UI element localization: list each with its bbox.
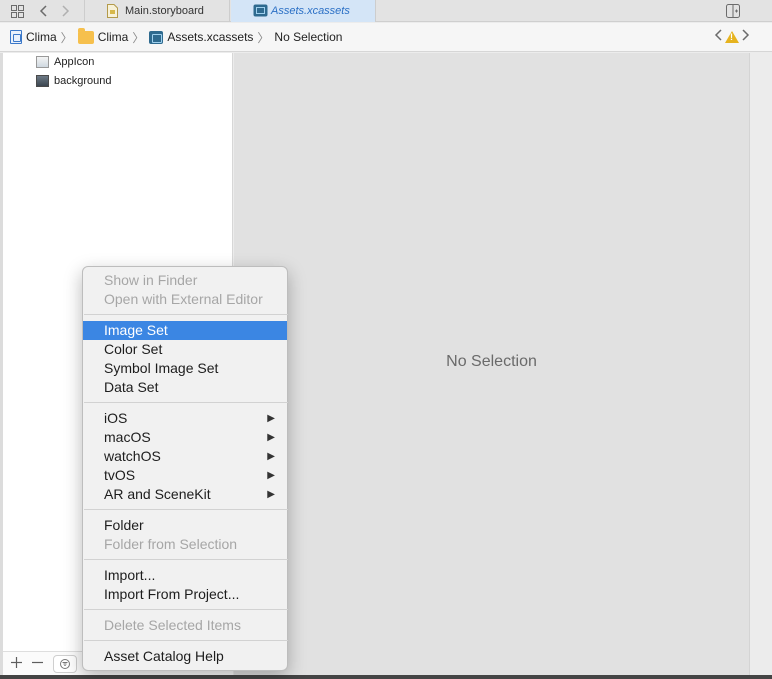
asset-catalog-icon [253,4,268,20]
menu-item-tvos[interactable]: tvOS ▶ [83,466,287,485]
back-chevron-icon[interactable] [34,2,52,20]
tab-main-storyboard[interactable]: Main.storyboard [84,0,230,22]
menu-item-ar-and-scenekit[interactable]: AR and SceneKit ▶ [83,485,287,504]
filter-icon[interactable] [53,654,77,673]
breadcrumb-separator-icon: 〉 [132,30,145,45]
asset-catalog-icon [149,30,164,44]
asset-row-background[interactable]: background [36,72,112,90]
submenu-arrow-icon: ▶ [267,413,275,424]
menu-item-watchos[interactable]: watchOS ▶ [83,447,287,466]
menu-item-symbol-image-set[interactable]: Symbol Image Set [83,359,287,378]
issue-navigation: ! [714,28,750,45]
menu-separator [84,402,288,404]
submenu-arrow-icon: ▶ [267,489,275,500]
tab-label: Main.storyboard [125,5,204,17]
submenu-arrow-icon: ▶ [267,432,275,443]
menu-separator [84,559,288,561]
menu-item-label: iOS [104,410,128,426]
asset-editor: No Selection [234,53,749,675]
menu-item-open-with-external-editor: Open with External Editor [104,291,263,307]
menu-separator [84,509,288,511]
image-set-icon [36,75,49,87]
breadcrumb-selection[interactable]: No Selection [274,30,342,44]
submenu-arrow-icon: ▶ [267,451,275,462]
menu-item-show-in-finder: Show in Finder [104,272,198,288]
menu-item-folder[interactable]: Folder [83,516,287,535]
inspector-edge [749,53,772,679]
tab-bar-empty [375,0,772,22]
menu-item-label: tvOS [104,467,136,483]
project-file-icon [10,30,22,44]
asset-label: AppIcon [54,56,95,68]
breadcrumb-label: Clima [97,30,129,44]
split-editor-icon[interactable] [724,2,742,20]
menu-item-import[interactable]: Import... [83,566,287,585]
menu-item-macos[interactable]: macOS ▶ [83,428,287,447]
menu-item-delete-selected-items: Delete Selected Items [104,617,241,633]
menu-item-label: AR and SceneKit [104,486,211,502]
empty-state-label: No Selection [446,353,537,370]
remove-icon[interactable] [32,655,43,672]
submenu-arrow-icon: ▶ [267,470,275,481]
menu-item-asset-catalog-help[interactable]: Asset Catalog Help [83,647,287,666]
forward-chevron-icon[interactable] [57,2,75,20]
tab-label: Assets.xcassets [271,5,350,17]
menu-item-import-from-project[interactable]: Import From Project... [83,585,287,604]
menu-item-data-set[interactable]: Data Set [83,378,287,397]
tab-bar: Main.storyboard Assets.xcassets [0,0,772,22]
tab-assets-xcassets[interactable]: Assets.xcassets [231,0,375,22]
previous-issue-chevron-icon[interactable] [714,28,722,45]
menu-item-ios[interactable]: iOS ▶ [83,409,287,428]
menu-item-label: macOS [104,429,151,445]
breadcrumb-label: Clima [26,30,57,44]
window-bottom-edge [0,675,772,679]
menu-item-label: watchOS [104,448,161,464]
asset-row-appicon[interactable]: AppIcon [36,53,94,71]
warning-icon[interactable]: ! [725,30,739,43]
menu-item-color-set[interactable]: Color Set [83,340,287,359]
menu-item-folder-from-selection: Folder from Selection [104,536,238,552]
menu-separator [84,640,288,642]
menu-item-image-set[interactable]: Image Set [83,321,287,340]
breadcrumb-label: Assets.xcassets [167,30,254,44]
asset-label: background [54,75,112,87]
breadcrumb-label: No Selection [274,30,343,44]
breadcrumb-project[interactable]: Clima [10,30,57,44]
jump-bar: Clima 〉 Clima 〉 Assets.xcassets 〉 No Sel… [0,23,772,52]
add-icon[interactable] [11,655,22,672]
folder-icon [77,27,94,44]
app-icon-image-icon [36,56,49,68]
next-issue-chevron-icon[interactable] [742,28,750,45]
grid-icon[interactable] [8,2,26,20]
storyboard-file-icon [107,4,118,21]
menu-separator [84,314,288,316]
breadcrumb-group[interactable]: Clima [77,27,129,44]
menu-separator [84,609,288,611]
breadcrumb-separator-icon: 〉 [60,30,73,45]
breadcrumb-asset-catalog[interactable]: Assets.xcassets [149,30,253,44]
breadcrumb-separator-icon: 〉 [257,30,270,45]
context-menu: Show in Finder Open with External Editor… [82,266,288,671]
